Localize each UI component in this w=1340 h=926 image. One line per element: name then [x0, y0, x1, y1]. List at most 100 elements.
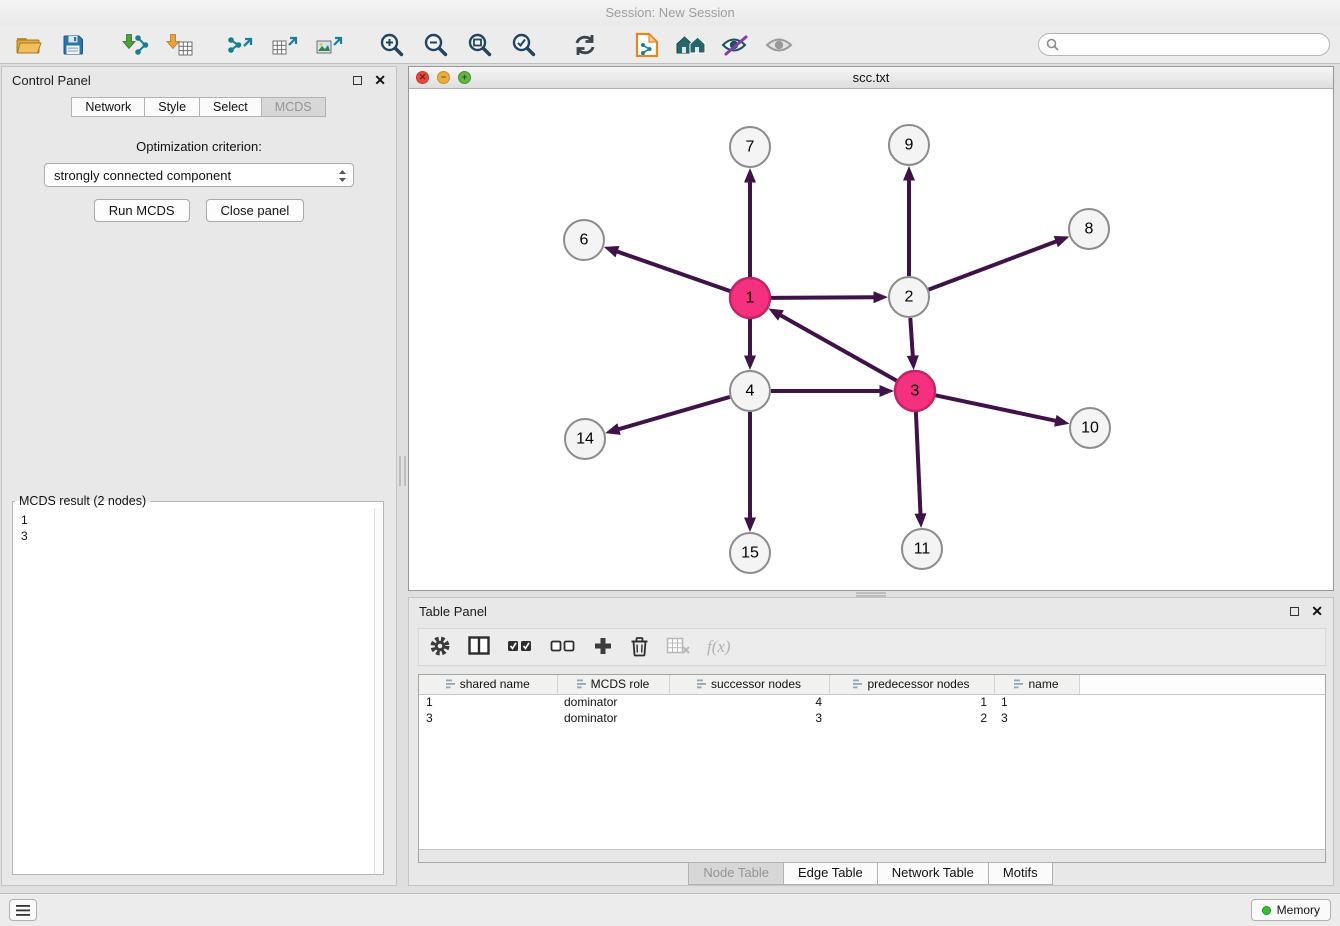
window-title: Session: New Session: [605, 5, 734, 20]
open-session-button[interactable]: [10, 29, 48, 61]
edge-3-11[interactable]: [916, 412, 921, 514]
mcds-result-title: MCDS result (2 nodes): [15, 494, 150, 508]
column-header-name[interactable]: name: [994, 675, 1079, 694]
column-header-shared-name[interactable]: shared name: [419, 675, 557, 694]
tab-network-table[interactable]: Network Table: [877, 862, 989, 885]
float-table-panel-icon[interactable]: [1290, 607, 1299, 616]
node-label-8: 8: [1085, 221, 1094, 238]
close-panel-icon[interactable]: ✕: [374, 73, 386, 87]
node-label-15: 15: [741, 545, 759, 562]
table-row[interactable]: 1dominator411: [419, 694, 1325, 710]
home-button[interactable]: [672, 29, 710, 61]
import-network-button[interactable]: [116, 29, 154, 61]
memory-button[interactable]: Memory: [1251, 899, 1331, 921]
column-header-MCDS-role[interactable]: MCDS role: [557, 675, 669, 694]
delete-table-button[interactable]: [666, 637, 690, 658]
export-web-button[interactable]: [628, 29, 666, 61]
network-window-titlebar: ✕ − + scc.txt: [409, 67, 1333, 89]
delete-row-button[interactable]: [630, 635, 649, 660]
criterion-dropdown-value: strongly connected component: [54, 168, 231, 183]
export-table-button[interactable]: [266, 29, 304, 61]
toolbar-separator: [610, 44, 622, 45]
edge-2-8[interactable]: [929, 241, 1057, 289]
table-cell: 1: [994, 694, 1079, 710]
tab-mcds[interactable]: MCDS: [261, 97, 326, 117]
tab-style[interactable]: Style: [144, 97, 200, 117]
criterion-dropdown[interactable]: strongly connected component: [44, 163, 354, 187]
save-session-button[interactable]: [54, 29, 92, 61]
window-controls: ✕ − +: [416, 71, 471, 84]
edge-1-2[interactable]: [771, 297, 874, 298]
column-header-predecessor-nodes[interactable]: predecessor nodes: [829, 675, 994, 694]
column-header-successor-nodes[interactable]: successor nodes: [669, 675, 829, 694]
tab-edge-table[interactable]: Edge Table: [783, 862, 878, 885]
edge-2-3[interactable]: [910, 318, 913, 356]
table-cell: 2: [829, 710, 994, 726]
tab-select[interactable]: Select: [199, 97, 262, 117]
edge-3-10[interactable]: [936, 395, 1056, 421]
table-cell: 1: [419, 694, 557, 710]
zoom-fit-icon: [467, 32, 492, 57]
deselect-all-button[interactable]: [550, 638, 576, 657]
zoom-out-button[interactable]: [416, 29, 454, 61]
optimization-criterion-label: Optimization criterion:: [2, 139, 396, 154]
table-cell: 4: [669, 694, 829, 710]
trash-icon: [630, 635, 649, 657]
table-settings-button[interactable]: [429, 635, 451, 660]
maximize-window-icon[interactable]: +: [458, 71, 471, 84]
edge-1-6[interactable]: [617, 252, 730, 292]
select-all-button[interactable]: [507, 638, 533, 657]
network-graph[interactable]: 7968124314101511: [409, 89, 1333, 590]
table-horizontal-scrollbar[interactable]: [419, 849, 1325, 862]
result-scrollbar[interactable]: [374, 508, 383, 874]
export-network-button[interactable]: [222, 29, 260, 61]
search-icon: [1046, 38, 1059, 54]
tab-motifs[interactable]: Motifs: [988, 862, 1053, 885]
node-label-2: 2: [905, 289, 914, 306]
mcds-result-text: 1 3: [13, 508, 383, 548]
node-label-1: 1: [746, 290, 755, 307]
apply-layout-button[interactable]: [566, 29, 604, 61]
zoom-fit-button[interactable]: [460, 29, 498, 61]
function-builder-button[interactable]: f(x): [707, 637, 731, 657]
column-sort-icon: [853, 679, 863, 689]
minimize-window-icon[interactable]: −: [437, 71, 450, 84]
close-panel-button[interactable]: Close panel: [206, 199, 305, 222]
control-panel-header: Control Panel ✕: [2, 67, 396, 93]
zoom-selected-icon: [511, 32, 536, 57]
edge-3-1[interactable]: [781, 315, 897, 381]
main-toolbar: [0, 26, 1340, 64]
plus-icon: [593, 636, 613, 656]
control-panel-tabs: NetworkStyleSelectMCDS: [2, 97, 396, 117]
delete-table-icon: [666, 637, 690, 655]
zoom-in-button[interactable]: [372, 29, 410, 61]
tab-network[interactable]: Network: [71, 97, 145, 117]
panel-splitter-vertical[interactable]: [399, 456, 406, 486]
network-window: ✕ − + scc.txt 7968124314101511: [408, 66, 1334, 591]
visual-inspect-button[interactable]: [716, 29, 754, 61]
tab-node-table[interactable]: Node Table: [688, 862, 784, 885]
edge-4-14[interactable]: [619, 397, 730, 429]
view-button[interactable]: [760, 29, 798, 61]
node-label-6: 6: [580, 232, 589, 249]
run-mcds-button[interactable]: Run MCDS: [94, 199, 190, 222]
zoom-selected-button[interactable]: [504, 29, 542, 61]
export-web-icon: [635, 32, 659, 58]
import-network-icon: [121, 33, 149, 57]
gear-icon: [429, 635, 451, 657]
close-window-icon[interactable]: ✕: [416, 71, 429, 84]
column-label: name: [1028, 677, 1058, 691]
table-cell-filler: [1079, 694, 1325, 710]
add-row-button[interactable]: [593, 636, 613, 659]
table-row[interactable]: 3dominator323: [419, 710, 1325, 726]
show-columns-button[interactable]: [468, 636, 490, 658]
zoom-in-icon: [379, 32, 404, 57]
import-table-button[interactable]: [160, 29, 198, 61]
close-table-panel-icon[interactable]: ✕: [1311, 604, 1323, 618]
network-view[interactable]: 7968124314101511: [409, 89, 1333, 590]
search-input[interactable]: [1038, 33, 1330, 56]
memory-status-icon: [1262, 906, 1271, 915]
export-image-button[interactable]: [310, 29, 348, 61]
status-menu-button[interactable]: [9, 899, 37, 921]
float-panel-icon[interactable]: [353, 76, 362, 85]
